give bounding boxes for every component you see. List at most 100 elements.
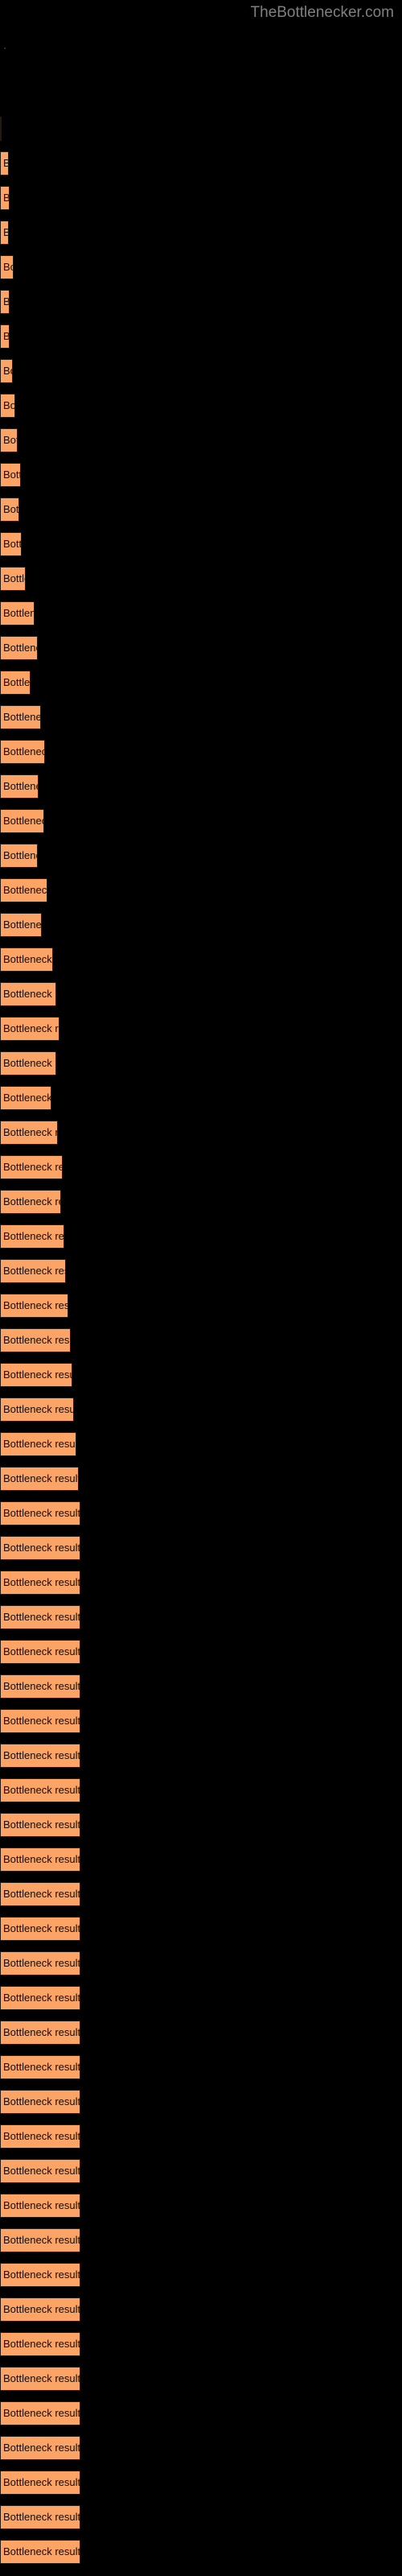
bar: Bottleneck result: [0, 1051, 56, 1075]
bar: Bottleneck result: [0, 1155, 63, 1179]
bar: Bottleneck result: [0, 2055, 80, 2079]
bar-label: Bottleneck result: [3, 642, 37, 654]
bar-row: Bottleneck result: [0, 1847, 402, 1872]
bar: Bottleneck result: [0, 2540, 80, 2564]
bar-row: Bottleneck result: [0, 497, 402, 522]
bar: Bottleneck result: [0, 2228, 80, 2252]
bar-row: Bottleneck result: [0, 1744, 402, 1768]
bar-row: Bottleneck result: [0, 1951, 402, 1975]
bar: Bottleneck result: [0, 359, 13, 383]
bar-row: Bottleneck result: [0, 947, 402, 972]
bar-row: Bottleneck result: [0, 636, 402, 660]
bar-row: Bottleneck result: [0, 1224, 402, 1249]
bar: Bottleneck result: [0, 324, 10, 349]
bar-label: Bottleneck result: [3, 780, 38, 792]
bar-label: Bottleneck result: [3, 1645, 80, 1657]
bar: Bottleneck result: [0, 1467, 79, 1491]
bar-label: Bottleneck result: [3, 1992, 80, 2004]
bar-row: Bottleneck result: [0, 1674, 402, 1699]
bar-row: Bottleneck result: [0, 844, 402, 868]
bar-row: Bottleneck result: [0, 1051, 402, 1075]
bar: Bottleneck result: [0, 1397, 74, 1422]
bar-row: Bottleneck result: [0, 1432, 402, 1456]
bar-label: Bottleneck result: [3, 158, 8, 169]
bar: Bottleneck result: [0, 221, 9, 245]
bar-row: Bottleneck result: [0, 1778, 402, 1802]
bar-row: Bottleneck result: [0, 117, 402, 141]
bar-label: Bottleneck result: [3, 1818, 80, 1831]
bar-row: Bottleneck result: [0, 1121, 402, 1145]
bar-label: Bottleneck result: [3, 2026, 80, 2038]
bar: Bottleneck result: [0, 1259, 66, 1283]
bar-label: Bottleneck result: [3, 434, 17, 446]
bar-row: Bottleneck result: [0, 151, 402, 175]
bar-label: Bottleneck result: [3, 1265, 65, 1277]
bar: Bottleneck result: [0, 1121, 58, 1145]
bar: Bottleneck result: [0, 878, 47, 902]
bar-label: Bottleneck result: [3, 1507, 80, 1519]
bar: Bottleneck result: [0, 913, 42, 937]
bar-label: Bottleneck result: [3, 503, 19, 515]
bar-label: Bottleneck result: [3, 1922, 80, 1934]
bar-row: Bottleneck result: [0, 2540, 402, 2564]
bar-row: Bottleneck result: [0, 1571, 402, 1595]
bar-label: Bottleneck result: [3, 884, 47, 896]
bar: Bottleneck result: [0, 1882, 80, 1906]
bar-label: Bottleneck result: [3, 1126, 57, 1138]
bar: Bottleneck result: [0, 497, 19, 522]
bar-label: Bottleneck result: [3, 745, 44, 758]
bar-row: Bottleneck result: [0, 567, 402, 591]
bar-row: Bottleneck result: [0, 913, 402, 937]
bar-label: Bottleneck result: [3, 1334, 70, 1346]
bar-label: Bottleneck result: [3, 919, 42, 931]
bar-row: Bottleneck result: [0, 255, 402, 279]
bar: Bottleneck result: [0, 1536, 80, 1560]
bar-label: Bottleneck result: [3, 2407, 80, 2419]
bar-label: Bottleneck result: [3, 2372, 80, 2384]
bar-row: Bottleneck result: [0, 1397, 402, 1422]
bar: Bottleneck result: [0, 2367, 80, 2391]
bar-row: Bottleneck result: [0, 2332, 402, 2356]
bar-label: Bottleneck result: [3, 1784, 80, 1796]
bar-label: Bottleneck result: [3, 1022, 59, 1034]
bar-label: Bottleneck result: [3, 815, 43, 827]
bar: Bottleneck result: [0, 2021, 80, 2045]
bar-label: Bottleneck result: [3, 2476, 80, 2488]
bar-row: Bottleneck result: [0, 982, 402, 1006]
bar-row: Bottleneck result: [0, 2471, 402, 2495]
bar-label: Bottleneck result: [3, 1368, 72, 1381]
bar: Bottleneck result: [0, 740, 45, 764]
bar: Bottleneck result: [0, 1674, 80, 1699]
bar-row: Bottleneck result: [0, 463, 402, 487]
bar-row: Bottleneck result: [0, 2090, 402, 2114]
bar: Bottleneck result: [0, 394, 15, 418]
bar-row: Bottleneck result: [0, 532, 402, 556]
bar-row: Bottleneck result: [0, 1467, 402, 1491]
bar: Bottleneck result: [0, 2332, 80, 2356]
bar-label: Bottleneck result: [3, 469, 20, 481]
bar-label: Bottleneck result: [3, 2165, 80, 2177]
bar-label: Bottleneck result: [3, 2234, 80, 2246]
bar-row: Bottleneck result: [0, 671, 402, 695]
bar-label: Bottleneck result: [3, 1957, 80, 1969]
bar: Bottleneck result: [0, 151, 9, 175]
bar-label: Bottleneck result: [3, 1715, 80, 1727]
bar-label: Bottleneck result: [3, 572, 25, 584]
bar-label: Bottleneck result: [3, 2442, 80, 2454]
bar-label: Bottleneck result: [3, 538, 22, 550]
bar-label: Bottleneck result: [3, 711, 41, 723]
bar-row: Bottleneck result: [0, 2194, 402, 2218]
bar-label: Bottleneck result: [3, 2511, 80, 2523]
site-title: TheBottlenecker.com: [250, 4, 394, 21]
bar: Bottleneck result: [0, 2436, 80, 2460]
bar-row: Bottleneck result: [0, 1501, 402, 1525]
bar-label: Bottleneck result: [3, 1542, 80, 1554]
bar: Bottleneck result: [0, 2471, 80, 2495]
bar-row: Bottleneck result: [0, 1363, 402, 1387]
bar-row: Bottleneck result: [0, 1813, 402, 1837]
bar-row: Bottleneck result: [0, 1882, 402, 1906]
bar: Bottleneck result: [0, 186, 10, 210]
bar-row: Bottleneck result: [0, 186, 402, 210]
bar-label: Bottleneck result: [3, 1472, 79, 1484]
bar: Bottleneck result: [0, 774, 39, 799]
